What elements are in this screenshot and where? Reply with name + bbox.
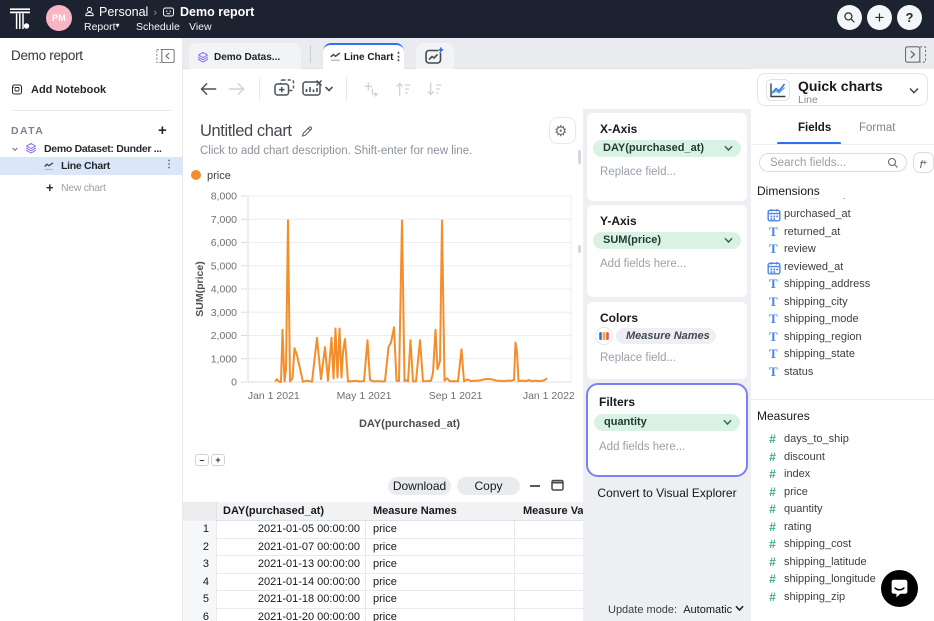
svg-text:SUM(price): SUM(price) xyxy=(194,261,206,316)
svg-text:6,000: 6,000 xyxy=(211,237,237,249)
svg-text:Sep 1 2021: Sep 1 2021 xyxy=(429,390,483,402)
svg-text:7,000: 7,000 xyxy=(211,214,237,226)
svg-text:5,000: 5,000 xyxy=(211,260,237,272)
svg-text:DAY(purchased_at): DAY(purchased_at) xyxy=(359,418,460,430)
svg-text:0: 0 xyxy=(231,377,237,389)
svg-text:Jan 1 2022: Jan 1 2022 xyxy=(523,390,575,402)
svg-text:4,000: 4,000 xyxy=(211,284,237,296)
svg-text:Jan 1 2021: Jan 1 2021 xyxy=(248,390,300,402)
svg-text:8,000: 8,000 xyxy=(211,191,237,203)
svg-text:2,000: 2,000 xyxy=(211,330,237,342)
svg-text:3,000: 3,000 xyxy=(211,307,237,319)
svg-text:May 1 2021: May 1 2021 xyxy=(337,390,392,402)
svg-text:1,000: 1,000 xyxy=(211,353,237,365)
